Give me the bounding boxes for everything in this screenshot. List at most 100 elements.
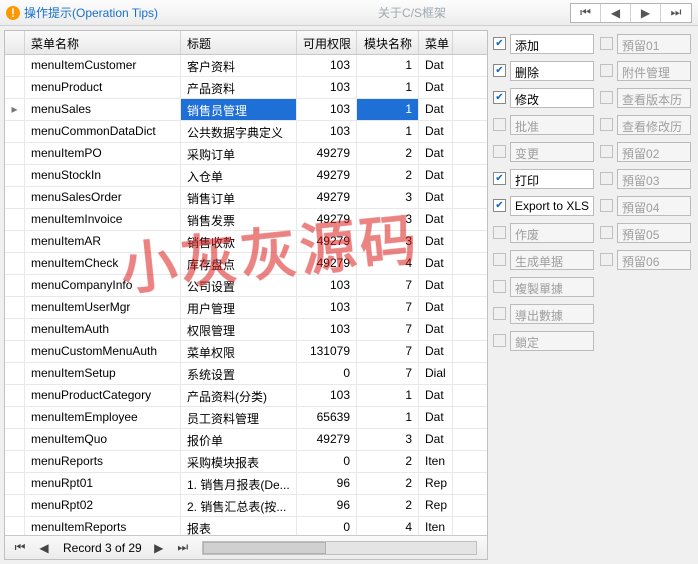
row-indicator-icon <box>5 297 25 318</box>
cell-menu: Rep <box>419 495 453 516</box>
checkbox[interactable] <box>493 37 506 50</box>
nav-prev-icon[interactable]: ◀ <box>601 4 631 22</box>
permission-label: 鎖定 <box>510 331 594 351</box>
cell-permission: 49279 <box>297 231 357 252</box>
cell-menu: Dat <box>419 275 453 296</box>
cell-menu-name: menuCommonDataDict <box>25 121 181 142</box>
pager-next-icon[interactable]: ▶ <box>148 539 170 557</box>
table-row[interactable]: menuSalesOrder销售订单492793Dat <box>5 187 487 209</box>
nav-next-icon[interactable]: ▶ <box>631 4 661 22</box>
col-permission[interactable]: 可用权限 <box>297 31 357 54</box>
cell-permission: 49279 <box>297 209 357 230</box>
pager-prev-icon[interactable]: ◀ <box>33 539 55 557</box>
nav-first-icon[interactable]: ⏮ <box>571 4 601 22</box>
checkbox <box>600 118 613 131</box>
checkbox <box>493 118 506 131</box>
table-row[interactable]: menuCommonDataDict公共数据字典定义1031Dat <box>5 121 487 143</box>
table-row[interactable]: menuItemCheck库存盘点492794Dat <box>5 253 487 275</box>
permission-item: 預留05 <box>597 219 694 246</box>
cell-menu-name: menuSales <box>25 99 181 120</box>
table-row[interactable]: menuItemPO采购订单492792Dat <box>5 143 487 165</box>
cell-module: 3 <box>357 209 419 230</box>
table-row[interactable]: menuItemAR销售收款492793Dat <box>5 231 487 253</box>
col-title[interactable]: 标题 <box>181 31 297 54</box>
cell-permission: 0 <box>297 363 357 384</box>
table-row[interactable]: menuReports采购模块报表02Iten <box>5 451 487 473</box>
col-module[interactable]: 模块名称 <box>357 31 419 54</box>
cell-menu-name: menuItemAuth <box>25 319 181 340</box>
checkbox <box>493 307 506 320</box>
table-row[interactable]: menuProduct产品资料1031Dat <box>5 77 487 99</box>
table-row[interactable]: menuCompanyInfo公司设置1037Dat <box>5 275 487 297</box>
checkbox[interactable] <box>493 91 506 104</box>
table-row[interactable]: menuCustomMenuAuth菜单权限1310797Dat <box>5 341 487 363</box>
permission-item[interactable]: 添加 <box>490 30 597 57</box>
table-row[interactable]: menuRpt011. 销售月报表(De...962Rep <box>5 473 487 495</box>
cell-permission: 103 <box>297 297 357 318</box>
cell-menu-name: menuItemInvoice <box>25 209 181 230</box>
cell-module: 2 <box>357 473 419 494</box>
col-menu[interactable]: 菜单 <box>419 31 453 54</box>
pager-last-icon[interactable]: ⏭ <box>172 539 194 557</box>
pager-first-icon[interactable]: ⏮ <box>9 539 31 557</box>
permission-item: 預留01 <box>597 30 694 57</box>
table-row[interactable]: menuProductCategory产品资料(分类)1031Dat <box>5 385 487 407</box>
permission-item[interactable]: 删除 <box>490 57 597 84</box>
table-row[interactable]: menuRpt022. 销售汇总表(按...962Rep <box>5 495 487 517</box>
cell-title: 2. 销售汇总表(按... <box>181 495 297 516</box>
cell-module: 4 <box>357 517 419 535</box>
grid-body[interactable]: menuItemCustomer客户资料1031DatmenuProduct产品… <box>5 55 487 535</box>
permission-label: 打印 <box>510 169 594 189</box>
cell-title: 客户资料 <box>181 55 297 76</box>
table-row[interactable]: menuItemAuth权限管理1037Dat <box>5 319 487 341</box>
cell-menu: Dat <box>419 209 453 230</box>
table-row[interactable]: menuItemCustomer客户资料1031Dat <box>5 55 487 77</box>
checkbox <box>600 226 613 239</box>
permission-item[interactable]: Export to XLS <box>490 192 597 219</box>
table-row[interactable]: menuItemReports报表04Iten <box>5 517 487 535</box>
permission-item[interactable]: 修改 <box>490 84 597 111</box>
cell-menu: Dat <box>419 341 453 362</box>
table-row[interactable]: ▸menuSales销售员管理1031Dat <box>5 99 487 121</box>
checkbox[interactable] <box>493 64 506 77</box>
permission-item: 批准 <box>490 111 597 138</box>
table-row[interactable]: menuItemQuo报价单492793Dat <box>5 429 487 451</box>
table-row[interactable]: menuItemInvoice销售发票492793Dat <box>5 209 487 231</box>
cell-title: 公司设置 <box>181 275 297 296</box>
row-indicator-icon: ▸ <box>5 99 25 120</box>
table-row[interactable]: menuItemSetup系统设置07Dial <box>5 363 487 385</box>
cell-title: 1. 销售月报表(De... <box>181 473 297 494</box>
cell-permission: 103 <box>297 275 357 296</box>
cell-permission: 49279 <box>297 165 357 186</box>
horizontal-scrollbar[interactable] <box>202 541 477 555</box>
permission-item: 附件管理 <box>597 57 694 84</box>
table-row[interactable]: menuStockIn入仓单492792Dat <box>5 165 487 187</box>
cell-menu-name: menuItemUserMgr <box>25 297 181 318</box>
table-row[interactable]: menuItemUserMgr用户管理1037Dat <box>5 297 487 319</box>
nav-last-icon[interactable]: ⏭ <box>661 4 691 22</box>
cell-menu: Dial <box>419 363 453 384</box>
checkbox[interactable] <box>493 199 506 212</box>
table-row[interactable]: menuItemEmployee员工资料管理656391Dat <box>5 407 487 429</box>
checkbox <box>600 253 613 266</box>
checkbox[interactable] <box>493 172 506 185</box>
operation-tips-link[interactable]: 操作提示(Operation Tips) <box>24 4 158 21</box>
permission-item: 複製單據 <box>490 273 597 300</box>
cell-permission: 0 <box>297 517 357 535</box>
cell-menu: Dat <box>419 143 453 164</box>
cell-permission: 103 <box>297 121 357 142</box>
row-indicator-icon <box>5 55 25 76</box>
permission-item[interactable]: 打印 <box>490 165 597 192</box>
permission-label: 修改 <box>510 88 594 108</box>
about-link[interactable]: 关于C/S框架 <box>378 4 446 21</box>
checkbox <box>600 145 613 158</box>
cell-permission: 96 <box>297 473 357 494</box>
col-menu-name[interactable]: 菜单名称 <box>25 31 181 54</box>
cell-title: 报价单 <box>181 429 297 450</box>
permission-label: 複製單據 <box>510 277 594 297</box>
record-indicator: Record 3 of 29 <box>63 541 142 555</box>
permission-label: 預留05 <box>617 223 691 243</box>
cell-menu: Dat <box>419 407 453 428</box>
row-indicator-icon <box>5 517 25 535</box>
permission-item: 生成单据 <box>490 246 597 273</box>
